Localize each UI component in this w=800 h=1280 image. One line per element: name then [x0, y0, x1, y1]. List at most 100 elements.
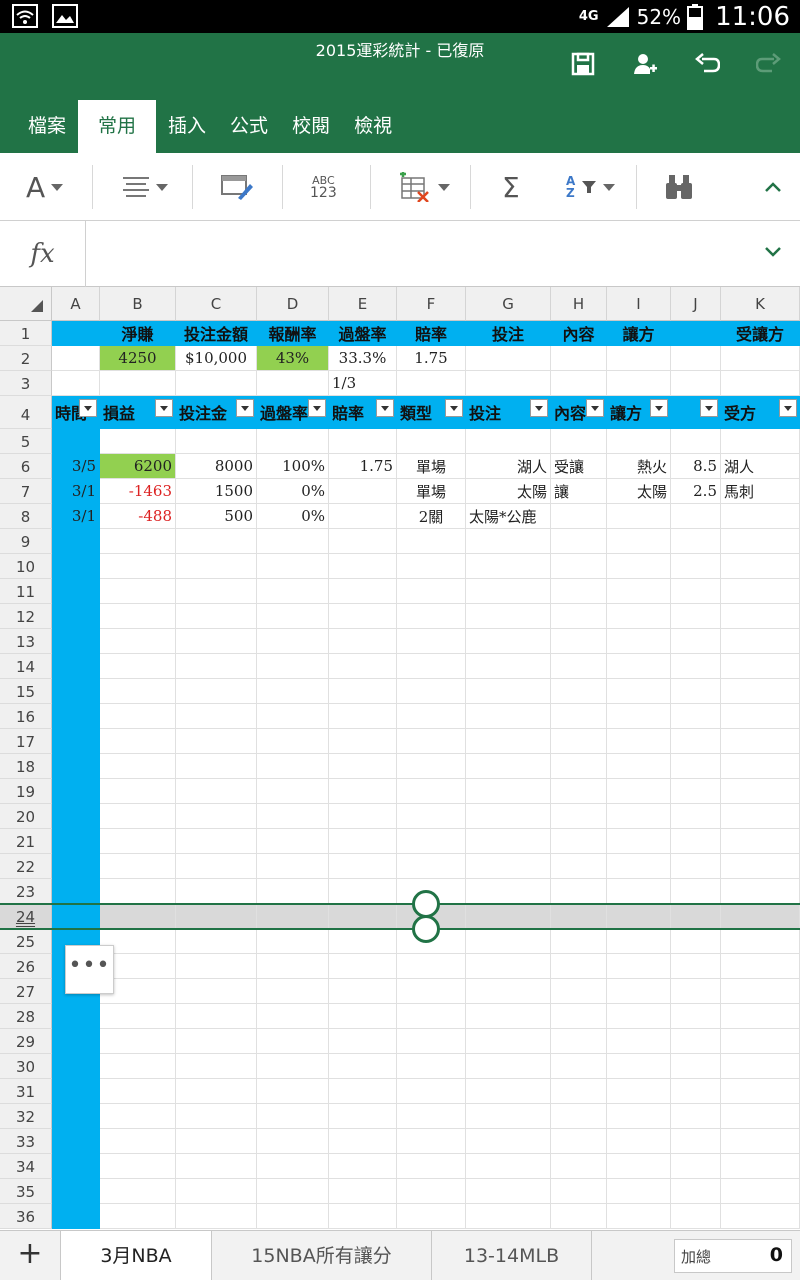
cell-i7[interactable]: 太陽: [607, 479, 671, 504]
cell-b1[interactable]: 淨賺: [100, 321, 176, 346]
cell-d25[interactable]: [257, 929, 329, 954]
cell-j36[interactable]: [671, 1204, 721, 1229]
cell-k35[interactable]: [721, 1179, 800, 1204]
cell-k19[interactable]: [721, 779, 800, 804]
cell-c16[interactable]: [176, 704, 257, 729]
cell-b16[interactable]: [100, 704, 176, 729]
row-header[interactable]: 18: [0, 754, 52, 779]
cell-e35[interactable]: [329, 1179, 397, 1204]
cell-f18[interactable]: [397, 754, 466, 779]
cell-k26[interactable]: [721, 954, 800, 979]
cell-a16[interactable]: [52, 704, 100, 729]
row-header[interactable]: 19: [0, 779, 52, 804]
cell-i13[interactable]: [607, 629, 671, 654]
cell-c28[interactable]: [176, 1004, 257, 1029]
tab-formulas[interactable]: 公式: [218, 100, 280, 153]
cell-c34[interactable]: [176, 1154, 257, 1179]
cell-f7[interactable]: 單場: [397, 479, 466, 504]
cell-h6[interactable]: 受讓: [551, 454, 607, 479]
cell-j31[interactable]: [671, 1079, 721, 1104]
cell-f4[interactable]: 類型: [397, 396, 466, 429]
cell-e30[interactable]: [329, 1054, 397, 1079]
select-all-corner[interactable]: [0, 287, 52, 321]
cell-i19[interactable]: [607, 779, 671, 804]
cell-g2[interactable]: [466, 346, 551, 371]
cell-g22[interactable]: [466, 854, 551, 879]
spreadsheet-grid[interactable]: A B C D E F G H I J K 1 淨賺 投注金額 報酬率 過盤率 賠率 投注 內容 讓方 受讓方 2 4250…: [0, 287, 800, 1230]
cell-h12[interactable]: [551, 604, 607, 629]
cell-e19[interactable]: [329, 779, 397, 804]
cell-d34[interactable]: [257, 1154, 329, 1179]
cell-c5[interactable]: [176, 429, 257, 454]
row-header[interactable]: 21: [0, 829, 52, 854]
cell-i20[interactable]: [607, 804, 671, 829]
row-header[interactable]: 20: [0, 804, 52, 829]
selection-handle-bottom[interactable]: [412, 915, 440, 943]
cell-a4[interactable]: 時間: [52, 396, 100, 429]
cell-f13[interactable]: [397, 629, 466, 654]
cell-j32[interactable]: [671, 1104, 721, 1129]
cell-h31[interactable]: [551, 1079, 607, 1104]
cell-j27[interactable]: [671, 979, 721, 1004]
cell-g18[interactable]: [466, 754, 551, 779]
cell-h17[interactable]: [551, 729, 607, 754]
filter-dropdown-icon[interactable]: [779, 399, 797, 417]
cell-k5[interactable]: [721, 429, 800, 454]
cell-h9[interactable]: [551, 529, 607, 554]
cell-h29[interactable]: [551, 1029, 607, 1054]
cell-e34[interactable]: [329, 1154, 397, 1179]
cell-g14[interactable]: [466, 654, 551, 679]
cell-c19[interactable]: [176, 779, 257, 804]
cell-d13[interactable]: [257, 629, 329, 654]
cell-d29[interactable]: [257, 1029, 329, 1054]
cell-a9[interactable]: [52, 529, 100, 554]
row-header[interactable]: 7: [0, 479, 52, 504]
row-header[interactable]: 10: [0, 554, 52, 579]
cell-b17[interactable]: [100, 729, 176, 754]
cell-d36[interactable]: [257, 1204, 329, 1229]
filter-dropdown-icon[interactable]: [445, 399, 463, 417]
cell-i33[interactable]: [607, 1129, 671, 1154]
row-header[interactable]: 6: [0, 454, 52, 479]
cell-a20[interactable]: [52, 804, 100, 829]
cell-f17[interactable]: [397, 729, 466, 754]
row-header[interactable]: 33: [0, 1129, 52, 1154]
cell-b5[interactable]: [100, 429, 176, 454]
cell-j4[interactable]: [671, 396, 721, 429]
cell-e1[interactable]: 過盤率: [329, 321, 397, 346]
cell-g36[interactable]: [466, 1204, 551, 1229]
add-sheet-button[interactable]: +: [0, 1231, 60, 1280]
cell-h11[interactable]: [551, 579, 607, 604]
cell-e20[interactable]: [329, 804, 397, 829]
column-header[interactable]: I: [607, 287, 671, 321]
cell-h24[interactable]: [551, 904, 607, 929]
cell-i2[interactable]: [607, 346, 671, 371]
cell-j25[interactable]: [671, 929, 721, 954]
row-header[interactable]: 23: [0, 879, 52, 904]
cell-e31[interactable]: [329, 1079, 397, 1104]
cell-k36[interactable]: [721, 1204, 800, 1229]
cell-c2[interactable]: $10,000: [176, 346, 257, 371]
cell-g17[interactable]: [466, 729, 551, 754]
cell-a30[interactable]: [52, 1054, 100, 1079]
cell-f15[interactable]: [397, 679, 466, 704]
cell-a19[interactable]: [52, 779, 100, 804]
cell-j14[interactable]: [671, 654, 721, 679]
cell-c24[interactable]: [176, 904, 257, 929]
cell-c20[interactable]: [176, 804, 257, 829]
cell-d4[interactable]: 過盤率: [257, 396, 329, 429]
cell-c32[interactable]: [176, 1104, 257, 1129]
cell-e14[interactable]: [329, 654, 397, 679]
cell-e15[interactable]: [329, 679, 397, 704]
cell-a21[interactable]: [52, 829, 100, 854]
cell-i35[interactable]: [607, 1179, 671, 1204]
cell-d7[interactable]: 0%: [257, 479, 329, 504]
cell-g1[interactable]: 投注: [466, 321, 551, 346]
sheet-tab-13-14mlb[interactable]: 13-14MLB: [432, 1231, 592, 1280]
cell-k15[interactable]: [721, 679, 800, 704]
cell-j9[interactable]: [671, 529, 721, 554]
redo-icon[interactable]: [756, 51, 782, 77]
cell-a31[interactable]: [52, 1079, 100, 1104]
cell-e12[interactable]: [329, 604, 397, 629]
cell-i22[interactable]: [607, 854, 671, 879]
